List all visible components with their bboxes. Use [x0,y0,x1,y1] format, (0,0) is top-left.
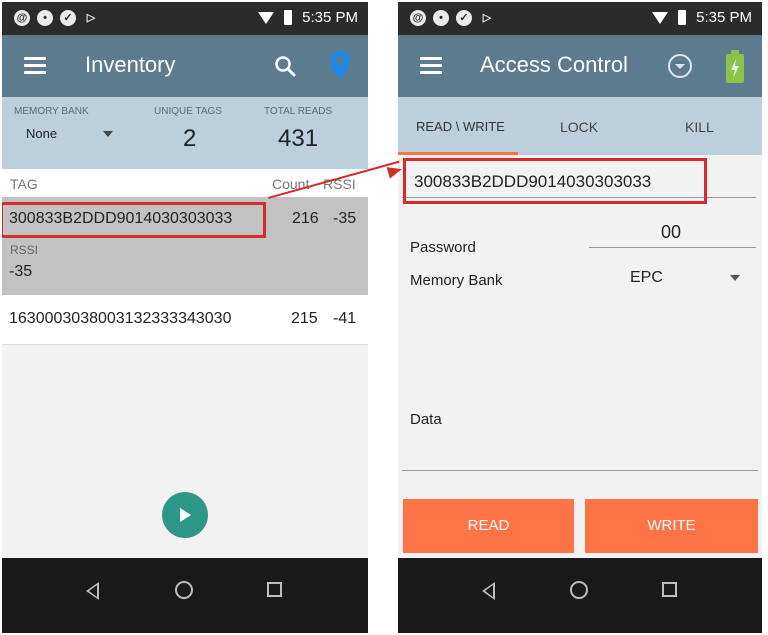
total-reads-label: TOTAL READS [264,106,333,117]
back-icon[interactable] [482,582,495,600]
status-time: 5:35 PM [302,9,358,26]
menu-icon[interactable] [24,57,46,74]
page-title: Inventory [85,52,176,77]
unique-tags-value: 2 [183,125,197,152]
tab-lock[interactable]: LOCK [560,119,598,135]
tag-rssi: -35 [333,210,357,227]
wifi-icon [258,11,275,24]
highlight-box [403,158,707,204]
navigation-bar [398,558,762,633]
page-title: Access Control [480,52,628,77]
home-icon[interactable] [570,581,588,599]
chat-icon: • [37,10,53,26]
tag-count: 215 [291,310,318,327]
battery-icon [678,10,687,25]
check-icon: ✓ [456,10,472,26]
data-field[interactable] [402,470,758,471]
dropdown-circle-icon[interactable] [667,53,693,79]
wifi-icon [652,11,669,24]
play-store-icon: ▷ [482,12,492,24]
table-row[interactable]: 1630003038003132333343030 215 -41 [2,295,368,345]
status-bar: @ • ✓ ▷ 5:35 PM [2,2,368,35]
inventory-screen: @ • ✓ ▷ 5:35 PM Inventory MEMORY BANK No… [2,2,368,633]
location-pin-icon[interactable] [328,50,352,80]
read-button[interactable]: READ [403,499,574,553]
tag-count: 216 [292,210,319,227]
chat-icon: • [433,10,449,26]
tag-list-header: TAG Count RSSI [2,169,368,197]
menu-icon[interactable] [420,57,442,74]
start-inventory-button[interactable] [162,492,208,538]
total-reads-value: 431 [278,125,319,152]
inventory-summary: MEMORY BANK None UNIQUE TAGS 2 TOTAL REA… [2,97,368,169]
recent-apps-icon[interactable] [267,582,282,597]
search-icon[interactable] [274,55,296,77]
tab-bar: READ \ WRITE LOCK KILL [398,97,762,155]
tab-read-write[interactable]: READ \ WRITE [416,119,505,134]
data-label: Data [410,411,442,428]
status-time: 5:35 PM [696,9,752,26]
zebra-icon: @ [14,10,30,26]
memory-bank-select[interactable]: EPC [623,268,748,290]
status-bar: @ • ✓ ▷ 5:35 PM [398,2,762,35]
battery-icon [284,10,293,25]
password-field[interactable]: 00 [661,222,681,243]
highlight-box [2,202,266,238]
column-tag: TAG [10,176,38,192]
memory-bank-value: EPC [630,269,663,286]
rssi-detail-value: -35 [9,263,33,280]
unique-tags-label: UNIQUE TAGS [154,106,222,117]
home-icon[interactable] [175,581,193,599]
password-label: Password [410,239,476,256]
memory-bank-label: MEMORY BANK [14,106,89,117]
password-underline [589,247,756,248]
back-icon[interactable] [86,582,99,600]
access-control-screen: @ • ✓ ▷ 5:35 PM Access Control READ \ WR… [398,2,762,633]
memory-bank-select[interactable]: None [26,125,120,145]
tag-id: 1630003038003132333343030 [9,310,232,327]
zebra-icon: @ [410,10,426,26]
dropdown-arrow-icon [730,275,740,281]
navigation-bar [2,558,368,633]
play-store-icon: ▷ [86,12,96,24]
app-bar: Inventory [2,35,368,97]
memory-bank-value: None [26,126,58,141]
app-bar: Access Control [398,35,762,97]
rssi-detail-label: RSSI [10,243,39,257]
tab-indicator [398,152,518,155]
write-button[interactable]: WRITE [585,499,758,553]
reader-battery-icon [726,50,744,83]
check-icon: ✓ [60,10,76,26]
memory-bank-label: Memory Bank [410,272,503,289]
tag-rssi: -41 [333,310,357,327]
recent-apps-icon[interactable] [662,582,677,597]
tab-kill[interactable]: KILL [685,119,714,135]
dropdown-arrow-icon [103,131,113,137]
